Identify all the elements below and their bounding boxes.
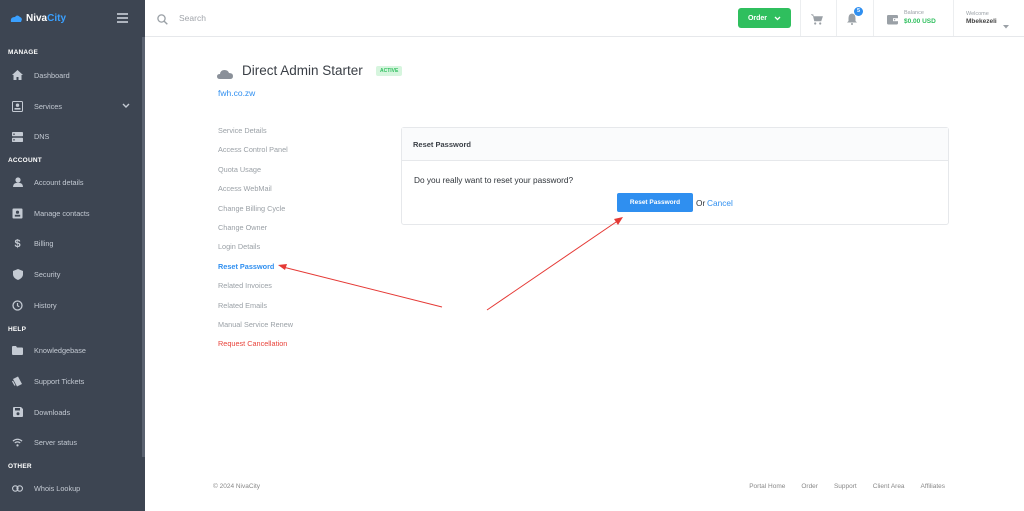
arrow-to-reset-button	[486, 217, 623, 311]
footer-link-client-area[interactable]: Client Area	[873, 483, 905, 490]
footer-link-order[interactable]: Order	[801, 483, 818, 490]
copyright: © 2024 NivaCity	[213, 483, 261, 490]
footer-link-portal-home[interactable]: Portal Home	[749, 483, 785, 490]
annotation-arrows	[278, 217, 623, 311]
arrow-to-reset-menu	[278, 264, 443, 308]
footer-link-affiliates[interactable]: Affiliates	[921, 483, 945, 490]
footer-links: Portal Home Order Support Client Area Af…	[749, 483, 945, 490]
footer-link-support[interactable]: Support	[834, 483, 857, 490]
